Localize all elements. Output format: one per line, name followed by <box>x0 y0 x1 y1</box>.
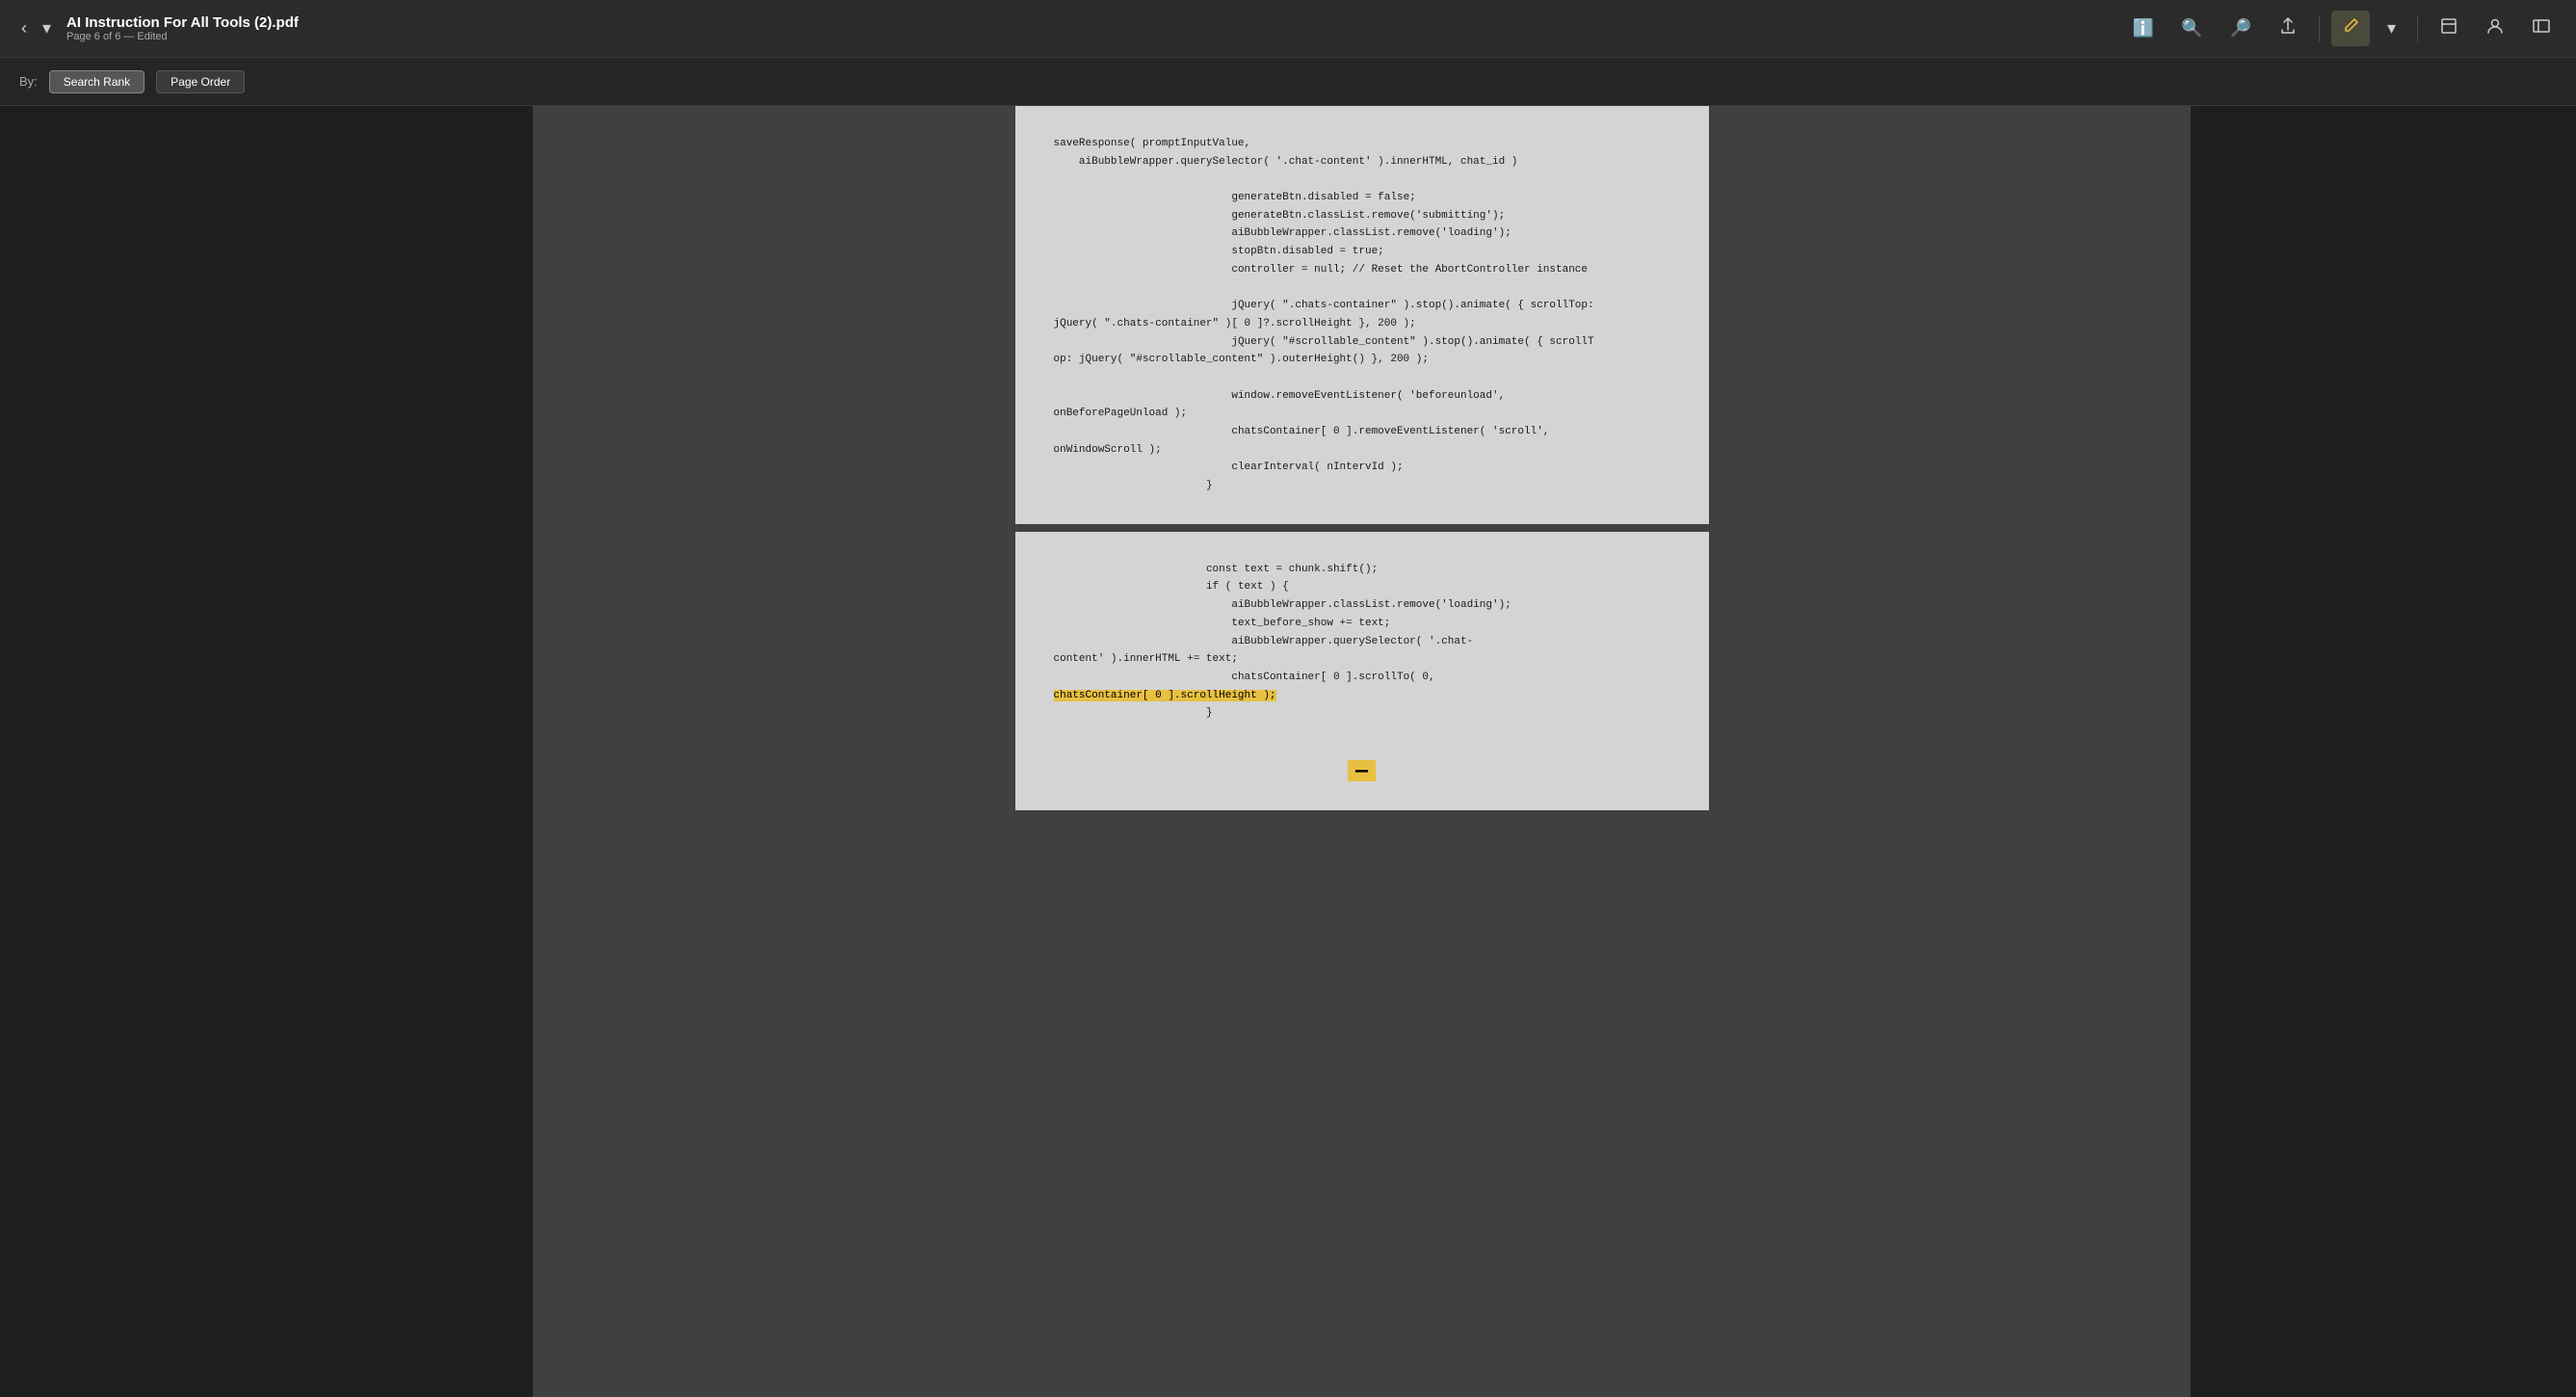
window-button[interactable] <box>2430 11 2468 46</box>
sort-page-order-button[interactable]: Page Order <box>156 70 245 93</box>
pdf-page-1: saveResponse( promptInputValue, aiBubble… <box>1015 106 1709 524</box>
header-right: ℹ️ 🔍 🔎 ▾ <box>2123 11 2561 46</box>
sidebar-icon <box>2532 16 2551 40</box>
left-panel <box>0 106 533 1397</box>
bottom-highlight-bar: ▬▬ <box>1348 760 1376 782</box>
toolbar-divider-2 <box>2417 15 2418 42</box>
annotate-dropdown-button[interactable]: ▾ <box>2378 13 2405 44</box>
share-icon <box>2278 16 2298 40</box>
sidebar-button[interactable] <box>2522 11 2561 46</box>
nav-prev-button[interactable]: ‹ <box>15 14 33 42</box>
chevron-down-icon: ▾ <box>2387 18 2396 39</box>
header-left: ‹ ▾ AI Instruction For All Tools (2).pdf… <box>15 14 299 42</box>
account-button[interactable] <box>2476 11 2514 46</box>
doc-title: AI Instruction For All Tools (2).pdf Pag… <box>66 14 299 42</box>
zoom-in-button[interactable]: 🔎 <box>2221 13 2261 44</box>
doc-nav: ‹ ▾ <box>15 14 57 42</box>
main-content: saveResponse( promptInputValue, aiBubble… <box>0 106 2576 1397</box>
sort-label: By: <box>19 74 38 89</box>
zoom-in-icon: 🔎 <box>2230 18 2251 39</box>
window-icon <box>2439 16 2458 40</box>
doc-subtitle: Page 6 of 6 — Edited <box>66 31 299 42</box>
info-icon: ℹ️ <box>2133 18 2154 39</box>
pdf-viewer[interactable]: saveResponse( promptInputValue, aiBubble… <box>533 106 2191 1397</box>
account-icon <box>2485 16 2505 40</box>
right-panel <box>2191 106 2576 1397</box>
sort-bar: By: Search Rank Page Order <box>0 58 2576 106</box>
app-header: ‹ ▾ AI Instruction For All Tools (2).pdf… <box>0 0 2576 58</box>
share-button[interactable] <box>2269 11 2307 46</box>
pdf-page-2: const text = chunk.shift(); if ( text ) … <box>1015 532 1709 811</box>
zoom-out-button[interactable]: 🔍 <box>2171 13 2212 44</box>
toolbar-divider-1 <box>2319 15 2320 42</box>
nav-dropdown-button[interactable]: ▾ <box>37 14 57 42</box>
zoom-out-icon: 🔍 <box>2181 18 2202 39</box>
info-button[interactable]: ℹ️ <box>2123 13 2164 44</box>
doc-filename: AI Instruction For All Tools (2).pdf <box>66 14 299 31</box>
highlighted-code: chatsContainer[ 0 ].scrollHeight ); <box>1054 690 1276 701</box>
annotate-icon <box>2341 16 2360 40</box>
page2-code-before: const text = chunk.shift(); if ( text ) … <box>1054 561 1670 723</box>
annotate-button[interactable] <box>2331 11 2370 46</box>
page1-code: saveResponse( promptInputValue, aiBubble… <box>1054 135 1670 495</box>
sort-search-rank-button[interactable]: Search Rank <box>49 70 145 93</box>
